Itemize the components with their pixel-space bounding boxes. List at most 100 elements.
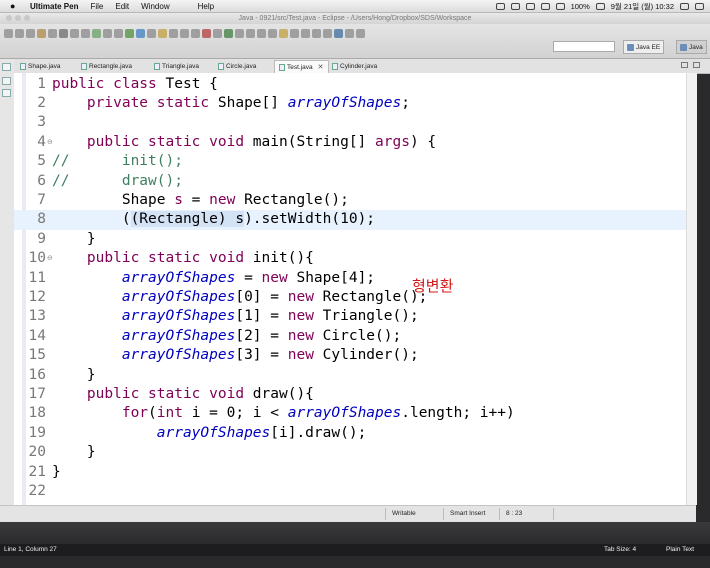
code-line[interactable]: 22 [14,482,686,501]
toolbar-button-icon[interactable] [147,28,156,38]
toolbar-button-icon[interactable] [169,28,178,38]
minimize-editor-icon[interactable] [681,62,688,68]
menu-edit[interactable]: Edit [115,2,129,11]
close-tab-icon[interactable]: ✕ [318,61,324,74]
code-token: } [52,366,96,383]
code-line[interactable]: 10 ⊖ public static void init(){ [14,249,686,268]
toolbar-button-icon[interactable] [235,28,244,38]
toolbar-button-icon[interactable] [114,28,123,38]
tab-shape-java[interactable]: Shape.java [20,60,61,73]
code-line[interactable]: 11 arrayOfShapes = new Shape[4]; [14,269,686,288]
zoom-window-icon[interactable] [24,15,30,21]
search-icon[interactable] [680,2,689,10]
code-line[interactable]: 9 } [14,230,686,249]
toolbar-button-icon[interactable] [15,28,24,38]
toolbar-button-icon[interactable] [92,28,101,38]
toolbar-button-icon[interactable] [356,28,365,38]
toolbar-button-icon[interactable] [312,28,321,38]
toolbar-button-icon[interactable] [191,28,200,38]
toolbar-button-icon[interactable] [268,28,277,38]
toolbar-button-icon[interactable] [59,28,68,38]
editor-scrollbar[interactable] [686,73,697,505]
volume-icon[interactable] [555,2,565,10]
toolbar-button-icon[interactable] [246,28,255,38]
menu-window[interactable]: Window [141,2,169,11]
code-line[interactable]: 20 } [14,443,686,462]
minimize-window-icon[interactable] [15,15,21,21]
code-line[interactable]: 6 // draw(); [14,172,686,191]
line-number: 20 [28,444,46,461]
tab-rectangle-java[interactable]: Rectangle.java [81,60,132,73]
restore-view-icon[interactable] [2,63,11,71]
tray-cloud-icon[interactable] [525,2,535,10]
line-number: 5 [37,153,46,170]
code-line[interactable]: 7 Shape s = new Rectangle(); [14,191,686,210]
code-line[interactable]: 15 arrayOfShapes[3] = new Cylinder(); [14,346,686,365]
toolbar-button-icon[interactable] [257,28,266,38]
code-editor[interactable]: 형변환 1 public class Test {2 private static… [14,73,686,505]
apple-menu-icon[interactable]: ● [10,1,18,11]
code-line[interactable]: 18 for(int i = 0; i < arrayOfShapes.leng… [14,404,686,423]
tray-app-icon[interactable] [495,2,505,10]
toolbar-button-icon[interactable] [4,28,13,38]
code-line[interactable]: 2 private static Shape[] arrayOfShapes; [14,94,686,113]
close-window-icon[interactable] [6,15,12,21]
toolbar-button-icon[interactable] [202,28,211,38]
battery-icon[interactable] [595,2,605,10]
toolbar-button-icon[interactable] [136,28,145,38]
wifi-icon[interactable] [540,2,550,10]
notification-icon[interactable] [695,2,704,10]
code-line[interactable]: 13 arrayOfShapes[1] = new Triangle(); [14,307,686,326]
toolbar-button-icon[interactable] [290,28,299,38]
code-line[interactable]: 19 arrayOfShapes[i].draw(); [14,424,686,443]
outline-view-icon[interactable] [2,89,11,97]
desktop-background [0,522,710,544]
tab-triangle-java[interactable]: Triangle.java [154,60,199,73]
menu-help[interactable]: Help [198,2,214,11]
code-line[interactable]: 1 public class Test { [14,75,686,94]
code-token: arrayOfShapes [121,288,236,305]
toolbar-button-icon[interactable] [279,28,288,38]
code-line[interactable]: 17 public static void draw(){ [14,385,686,404]
code-line[interactable]: 4 ⊖ public static void main(String[] args… [14,133,686,152]
code-line[interactable]: 12 arrayOfShapes[0] = new Rectangle(); [14,288,686,307]
toolbar-button-icon[interactable] [180,28,189,38]
maximize-editor-icon[interactable] [693,62,700,68]
perspective-java[interactable]: Java [676,40,707,54]
code-line[interactable]: 14 arrayOfShapes[2] = new Circle(); [14,327,686,346]
clock[interactable]: 9월 21일 (월) 10:32 [611,1,674,12]
code-line[interactable]: 8 ((Rectangle) s).setWidth(10); [14,210,686,230]
app-menu[interactable]: Ultimate Pen [30,2,78,11]
toolbar-button-icon[interactable] [334,28,343,38]
tab-circle-java[interactable]: Circle.java [218,60,256,73]
tab-test-java[interactable]: Test.java ✕ [274,60,329,73]
code-line[interactable]: 16 } [14,366,686,385]
java-ee-icon [627,43,634,51]
code-token: arrayOfShapes [121,269,236,286]
toolbar-button-icon[interactable] [103,28,112,38]
package-explorer-icon[interactable] [2,77,11,85]
toolbar-button-icon[interactable] [224,28,233,38]
toolbar-button-icon[interactable] [37,28,46,38]
toolbar-button-icon[interactable] [26,28,35,38]
toolbar-button-icon[interactable] [48,28,57,38]
code-line[interactable]: 21} [14,463,686,482]
tray-dropbox-icon[interactable] [510,2,520,10]
toolbar-button-icon[interactable] [301,28,310,38]
code-token: Test { [165,75,218,92]
toolbar-button-icon[interactable] [125,28,134,38]
code-text: arrayOfShapes[1] = new Triangle(); [52,307,419,326]
quick-access-input[interactable] [553,41,615,52]
code-line[interactable]: 3 [14,113,686,132]
menu-file[interactable]: File [90,2,103,11]
toolbar-button-icon[interactable] [213,28,222,38]
toolbar-button-icon[interactable] [81,28,90,38]
perspective-java-ee[interactable]: Java EE [623,40,665,54]
toolbar-button-icon[interactable] [345,28,354,38]
code-line[interactable]: 5 // init(); [14,152,686,171]
toolbar-button-icon[interactable] [158,28,167,38]
toolbar-button-icon[interactable] [323,28,332,38]
toolbar-button-icon[interactable] [70,28,79,38]
tab-cylinder-java[interactable]: Cylinder.java [332,60,377,73]
